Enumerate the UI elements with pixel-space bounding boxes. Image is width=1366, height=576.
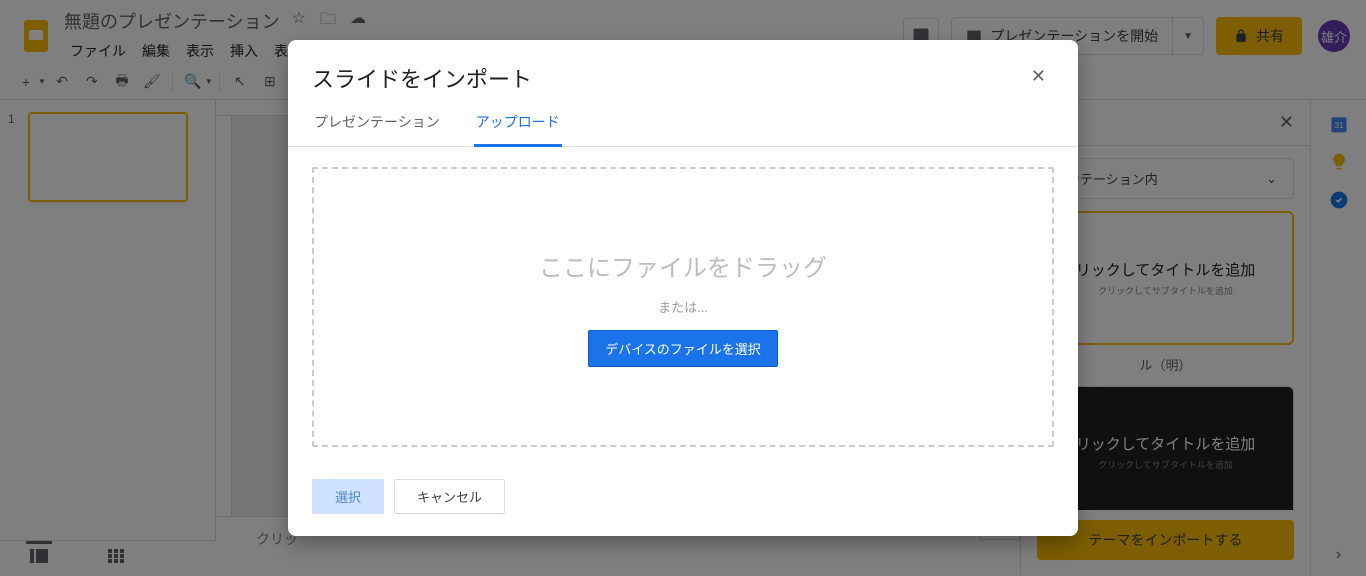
select-file-button[interactable]: デバイスのファイルを選択 bbox=[588, 330, 778, 367]
file-dropzone[interactable]: ここにファイルをドラッグ または... デバイスのファイルを選択 bbox=[312, 167, 1054, 447]
select-button[interactable]: 選択 bbox=[312, 479, 384, 514]
tab-presentation[interactable]: プレゼンテーション bbox=[312, 102, 442, 146]
modal-close-icon[interactable]: ✕ bbox=[1023, 62, 1054, 91]
import-slides-modal: スライドをインポート ✕ プレゼンテーション アップロード ここにファイルをドラ… bbox=[288, 40, 1078, 536]
tab-upload[interactable]: アップロード bbox=[474, 102, 562, 147]
cancel-button[interactable]: キャンセル bbox=[394, 479, 505, 514]
dropzone-or-text: または... bbox=[658, 297, 708, 316]
modal-title: スライドをインポート bbox=[312, 62, 532, 94]
dropzone-text: ここにファイルをドラッグ bbox=[539, 248, 827, 283]
modal-backdrop: スライドをインポート ✕ プレゼンテーション アップロード ここにファイルをドラ… bbox=[0, 0, 1366, 576]
